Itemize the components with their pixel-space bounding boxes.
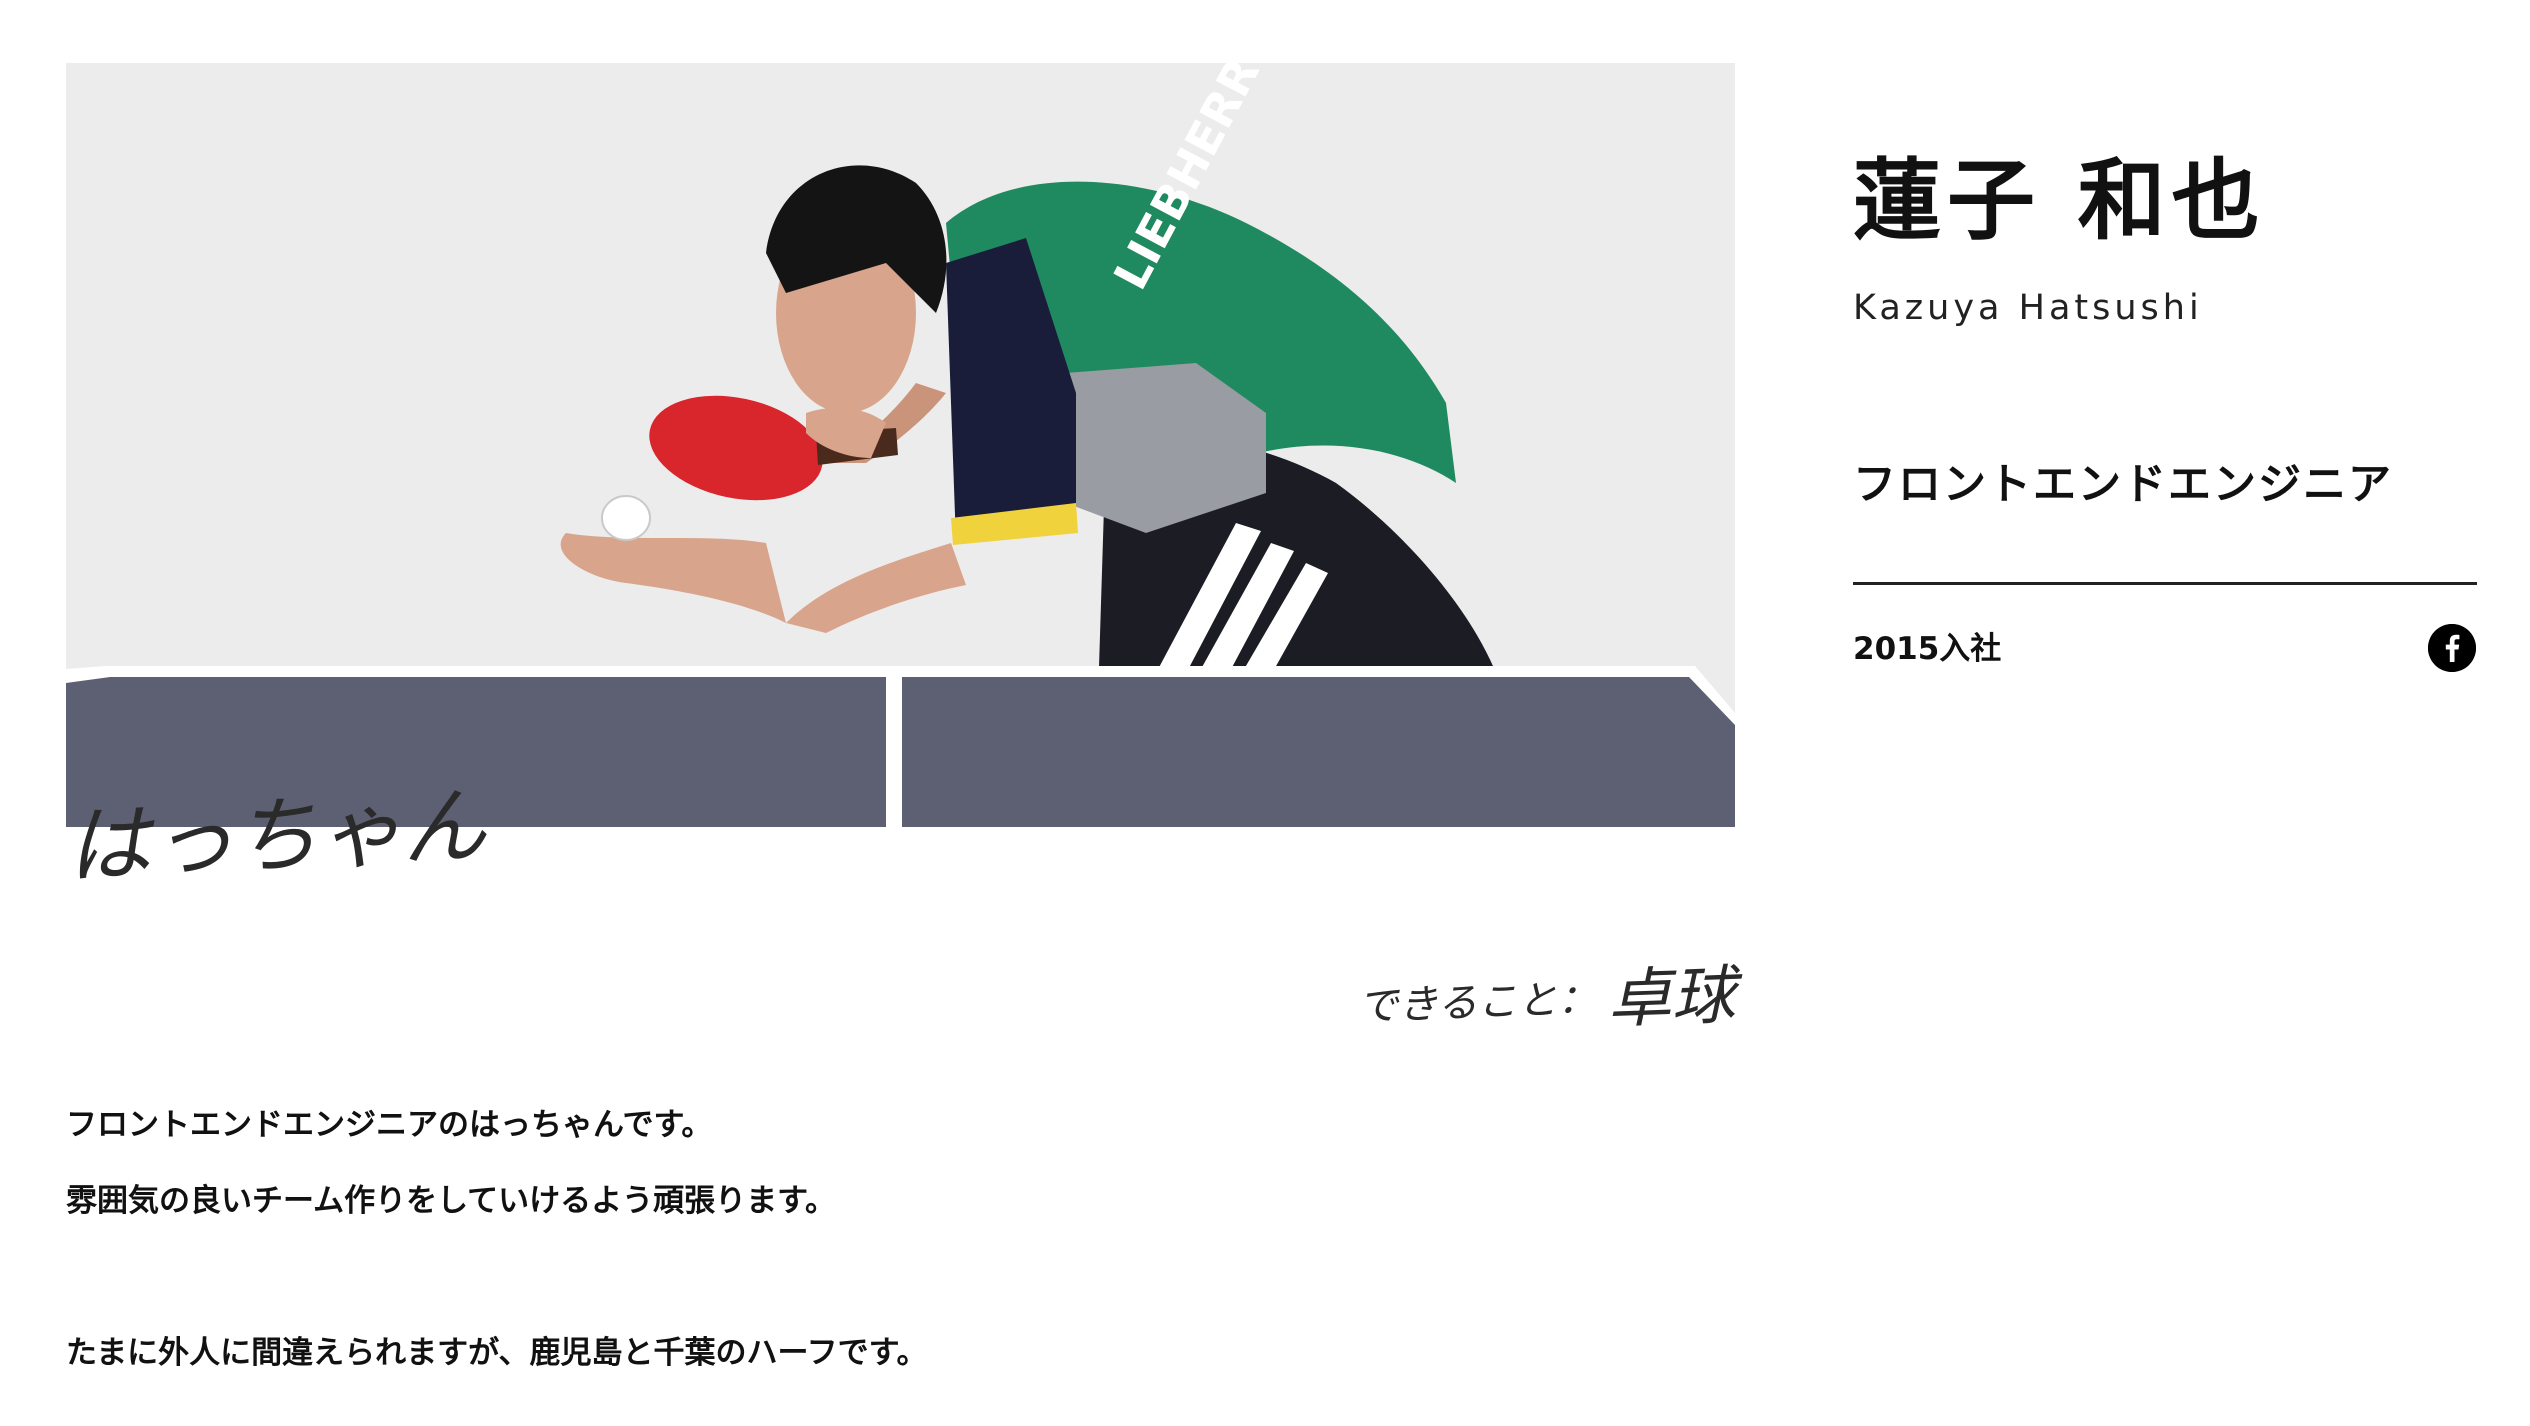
profile-photo: LIEBHERR xyxy=(66,63,1735,827)
member-name-ja: 蓮子 和也 xyxy=(1853,149,2266,252)
bio-paragraph: 雰囲気の良いチーム作りをしていけるよう頑張ります。 xyxy=(66,1183,837,1219)
skill-handwriting: できること： 卓球 xyxy=(1357,945,1737,1047)
member-name-en: Kazuya Hatsushi xyxy=(1853,288,2203,328)
divider xyxy=(1853,582,2477,585)
member-role: フロントエンドエンジニア xyxy=(1853,460,2393,510)
bio-paragraph: フロントエンドエンジニアのはっちゃんです。 xyxy=(66,1107,713,1143)
facebook-icon xyxy=(2428,624,2476,672)
skill-value: 卓球 xyxy=(1605,959,1737,1038)
bio-text: フロントエンドエンジニアのはっちゃんです。 雰囲気の良いチーム作りをしていけるよ… xyxy=(66,1105,1735,1373)
skill-label: できること： xyxy=(1357,975,1599,1031)
facebook-link[interactable] xyxy=(2428,624,2476,672)
join-year: 2015入社 xyxy=(1853,631,2002,667)
nickname-handwriting: はっちゃん xyxy=(63,775,489,896)
bio-paragraph: たまに外人に間違えられますが、鹿児島と千葉のハーフです。 xyxy=(66,1335,928,1371)
